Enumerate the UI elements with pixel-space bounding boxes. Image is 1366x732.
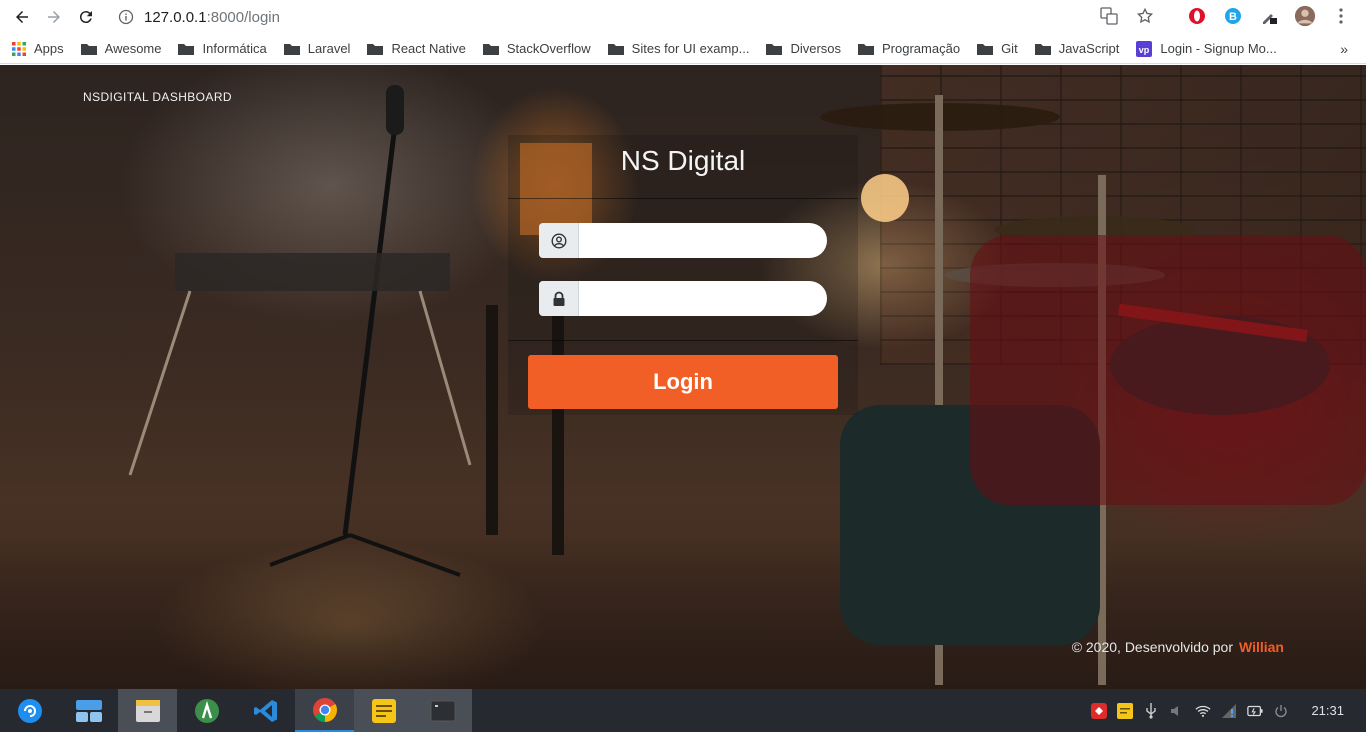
file-manager-icon [135,699,160,722]
svg-text:vp: vp [1139,45,1150,55]
battery-icon[interactable] [1247,703,1264,719]
taskbar-app-notes[interactable] [354,689,413,732]
launcher-button[interactable] [0,689,59,732]
url-path: :8000/login [206,8,280,26]
opera-extension-icon[interactable] [1186,5,1208,27]
toolbar-actions: B [1098,5,1352,27]
url-host: 127.0.0.1 [144,8,207,26]
folder-icon [977,43,994,55]
avatar[interactable] [1294,5,1316,27]
terminal-icon [430,700,455,721]
address-bar[interactable]: 127.0.0.1:8000/login [110,5,1110,29]
taskbar: 21:31 [0,689,1366,732]
bookmark-label: Diversos [790,41,842,56]
footer: © 2020, Desenvolvido por Willian [1072,639,1284,655]
browser-toolbar: 127.0.0.1:8000/login B [0,0,1366,34]
bookmark-folder[interactable]: JavaScript [1034,41,1120,56]
back-icon[interactable] [8,3,36,31]
translate-icon[interactable] [1098,5,1120,27]
tray-app-icon[interactable] [1091,702,1108,719]
login-page: NSDIGITAL DASHBOARD NS Digital Login © 2… [0,65,1366,689]
power-icon[interactable] [1273,703,1289,719]
bookmark-folder[interactable]: Sites for UI examp... [607,41,750,56]
footer-author-link[interactable]: Willian [1239,639,1284,655]
bookmark-label: Awesome [104,41,162,56]
forward-icon[interactable] [40,3,68,31]
bookmark-link[interactable]: vp Login - Signup Mo... [1136,40,1277,57]
bookmark-folder[interactable]: StackOverflow [482,41,591,56]
folder-icon [283,43,300,55]
wifi-icon[interactable] [1195,703,1212,719]
bookmark-star-icon[interactable] [1134,5,1156,27]
bookmark-label: Apps [34,41,64,56]
bookmark-folder[interactable]: Informática [178,41,267,56]
bookmark-label: StackOverflow [506,41,591,56]
bookmark-folder[interactable]: Git [977,41,1018,56]
bookmark-label: Sites for UI examp... [631,41,750,56]
login-title: NS Digital [620,145,746,176]
folder-icon [178,43,195,55]
extension-b-icon[interactable]: B [1222,5,1244,27]
bookmark-label: Informática [202,41,267,56]
divider [508,198,858,199]
folder-icon [766,43,783,55]
folder-icon [482,43,499,55]
folder-icon [1034,43,1051,55]
footer-text: © 2020, Desenvolvido por [1071,639,1233,655]
bookmark-label: Programação [882,41,961,56]
user-icon [539,223,579,258]
bookmark-label: JavaScript [1058,41,1120,56]
bookmarks-bar: Apps Awesome Informática Laravel React N… [0,34,1366,64]
deepin-launcher-icon [17,698,42,723]
bookmark-folder[interactable]: React Native [367,41,466,56]
taskbar-app-android-studio[interactable] [177,689,236,732]
network-warning-icon[interactable] [1221,703,1237,719]
password-field [539,281,827,316]
bookmark-folder[interactable]: Awesome [80,41,162,56]
bookmark-label: Login - Signup Mo... [1160,41,1277,56]
chrome-icon [312,697,337,722]
username-input[interactable] [579,223,827,258]
tray-notes-icon[interactable] [1117,702,1134,719]
android-studio-icon [194,698,219,723]
reload-icon[interactable] [72,3,100,31]
bookmark-label: Git [1001,41,1018,56]
bookmark-folder[interactable]: Laravel [283,41,351,56]
bookmark-label: React Native [391,41,466,56]
folder-icon [367,43,384,55]
usb-icon[interactable] [1143,702,1159,719]
bookmark-label: Laravel [307,41,351,56]
eyedropper-extension-icon[interactable] [1258,5,1280,27]
multitask-view-icon [75,699,102,722]
bookmark-apps[interactable]: Apps [12,41,64,56]
bookmark-folder[interactable]: Diversos [766,41,841,56]
system-tray: 21:31 [1091,689,1366,732]
clock[interactable]: 21:31 [1311,703,1344,718]
login-button[interactable]: Login [528,355,838,409]
folder-icon [80,43,97,55]
bookmarks-overflow-button[interactable]: » [1340,41,1348,57]
username-field [539,223,827,258]
site-favicon-icon: vp [1136,40,1153,57]
taskbar-app-multitask[interactable] [59,689,118,732]
brand-title: NSDIGITAL DASHBOARD [83,90,232,104]
password-input[interactable] [579,281,827,316]
svg-text:B: B [1229,11,1237,23]
lock-icon [539,281,579,316]
taskbar-app-terminal[interactable] [413,689,472,732]
info-icon[interactable] [118,9,134,25]
apps-grid-icon [12,41,26,56]
vscode-icon [253,699,277,722]
folder-icon [607,43,624,55]
taskbar-app-chrome[interactable] [295,689,354,732]
taskbar-app-files[interactable] [118,689,177,732]
volume-icon[interactable] [1169,703,1185,719]
taskbar-app-vscode[interactable] [236,689,295,732]
sticky-notes-icon [371,698,396,723]
menu-dots-icon[interactable] [1330,5,1352,27]
bookmark-folder[interactable]: Programação [858,41,960,56]
divider [508,340,858,341]
folder-icon [858,43,875,55]
